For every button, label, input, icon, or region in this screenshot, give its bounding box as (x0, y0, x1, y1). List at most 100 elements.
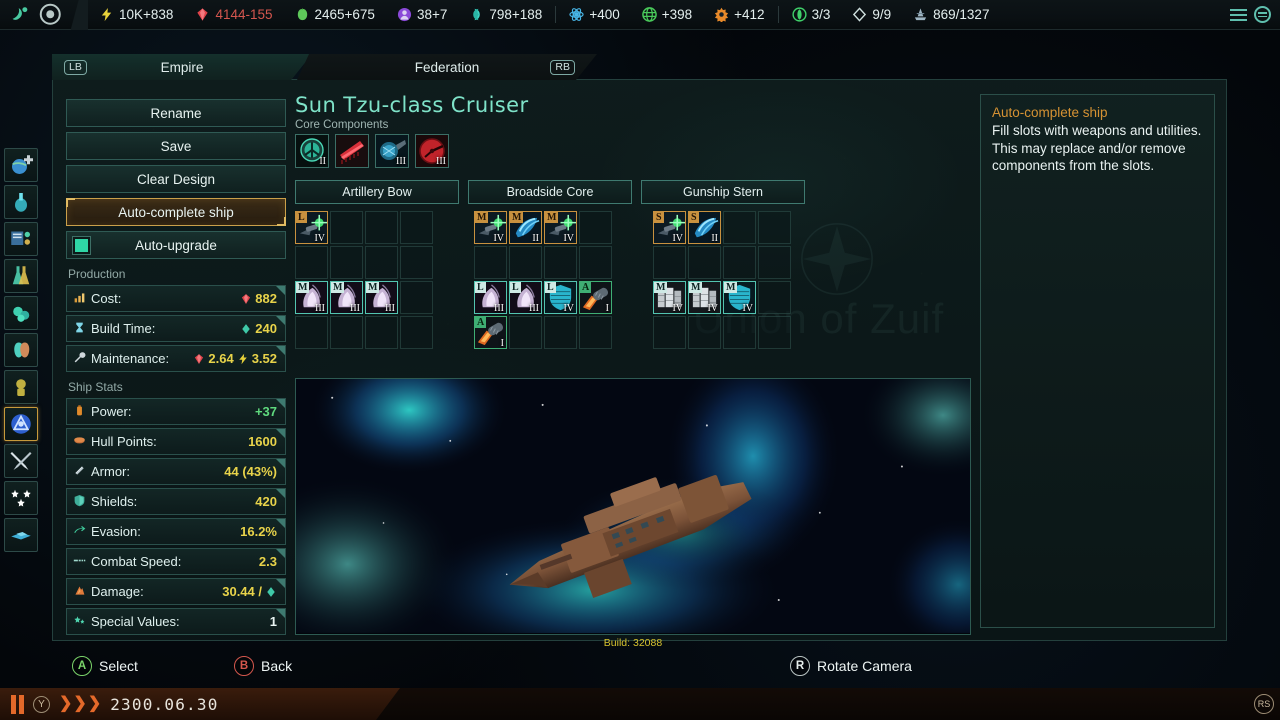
resource-envoys[interactable]: 9/9 (841, 0, 902, 30)
tab-federation[interactable]: Federation RB (297, 54, 597, 80)
maintenance-stat[interactable]: Maintenance: 2.64 3.52 (66, 345, 286, 372)
empty-slot[interactable] (365, 316, 398, 349)
empty-slot[interactable] (509, 246, 542, 279)
empty-slot[interactable] (758, 281, 791, 314)
thruster-component[interactable] (335, 134, 369, 168)
hint-select[interactable]: A Select (72, 655, 138, 676)
ship-preview-viewport[interactable] (295, 378, 971, 635)
empty-slot[interactable] (400, 246, 433, 279)
sidebar-item-contacts[interactable] (4, 481, 38, 515)
pause-button-hint[interactable]: Y (33, 695, 50, 713)
empty-slot[interactable] (723, 211, 756, 244)
empty-slot[interactable] (579, 316, 612, 349)
empty-slot[interactable] (400, 281, 433, 314)
weapon-slot[interactable]: L IV (295, 211, 328, 244)
weapon-slot[interactable]: M IV (544, 211, 577, 244)
resource-unity[interactable]: 3/3 (781, 0, 842, 30)
weapon-slot[interactable]: M II (509, 211, 542, 244)
auto-upgrade-toggle[interactable]: Auto-upgrade (66, 231, 286, 259)
empty-slot[interactable] (688, 246, 721, 279)
empty-slot[interactable] (758, 211, 791, 244)
empty-slot[interactable] (400, 316, 433, 349)
pause-icon[interactable] (11, 694, 24, 714)
speed-arrow[interactable]: ❯ (88, 696, 101, 712)
empire-emblem-group[interactable] (0, 2, 62, 27)
sidebar-item-fleets[interactable] (4, 407, 38, 441)
topbar-menu-group[interactable] (1230, 0, 1280, 30)
sensor-component[interactable]: III (375, 134, 409, 168)
hint-back[interactable]: B Back (234, 655, 292, 676)
speed-arrow[interactable]: ❯ (73, 696, 86, 712)
empty-slot[interactable] (365, 211, 398, 244)
sidebar-item-planets[interactable] (4, 148, 38, 182)
special-values-stat[interactable]: Special Values: 1 (66, 608, 286, 635)
utility-slot[interactable]: M III (295, 281, 328, 314)
empty-slot[interactable] (544, 246, 577, 279)
right-stick-hint[interactable]: RS (1254, 694, 1274, 714)
shields-stat[interactable]: Shields: 420 (66, 488, 286, 515)
resource-consumer-goods[interactable]: 38+7 (386, 0, 458, 30)
section-gunship-stern-button[interactable]: Gunship Stern (641, 180, 805, 204)
resource-influence[interactable]: 10K+838 (88, 0, 184, 30)
sidebar-item-war[interactable] (4, 444, 38, 478)
damage-stat[interactable]: Damage: 30.44 / (66, 578, 286, 605)
empty-slot[interactable] (723, 246, 756, 279)
empty-slot[interactable] (544, 316, 577, 349)
auto-complete-ship-button[interactable]: Auto-complete ship (66, 198, 286, 226)
armor-stat[interactable]: Armor: 44 (43%) (66, 458, 286, 485)
empty-slot[interactable] (474, 246, 507, 279)
utility-slot[interactable]: L III (474, 281, 507, 314)
sidebar-item-espionage[interactable] (4, 370, 38, 404)
aux-slot[interactable]: AI (474, 316, 507, 349)
empty-slot[interactable] (723, 316, 756, 349)
utility-slot[interactable]: M IV (688, 281, 721, 314)
empty-slot[interactable] (688, 316, 721, 349)
utility-slot[interactable]: L III (509, 281, 542, 314)
clear-design-button[interactable]: Clear Design (66, 165, 286, 193)
weapon-slot[interactable]: M IV (474, 211, 507, 244)
empty-slot[interactable] (330, 316, 363, 349)
power-stat[interactable]: Power: +37 (66, 398, 286, 425)
empty-slot[interactable] (400, 211, 433, 244)
resource-society[interactable]: +398 (631, 0, 703, 30)
utility-slot[interactable]: M IV (653, 281, 686, 314)
utility-slot[interactable]: M III (330, 281, 363, 314)
weapon-slot[interactable]: S II (688, 211, 721, 244)
sidebar-item-situations[interactable] (4, 296, 38, 330)
speed-arrow[interactable]: ❯ (59, 696, 72, 712)
resource-alloys[interactable]: 798+188 (458, 0, 553, 30)
utility-slot[interactable]: M III (365, 281, 398, 314)
section-artillery-bow-button[interactable]: Artillery Bow (295, 180, 459, 204)
weapon-slot[interactable]: S IV (653, 211, 686, 244)
hull-points-stat[interactable]: Hull Points: 1600 (66, 428, 286, 455)
reactor-component[interactable]: II (295, 134, 329, 168)
cost-stat[interactable]: Cost: 882 (66, 285, 286, 312)
empty-slot[interactable] (653, 246, 686, 279)
empty-slot[interactable] (330, 246, 363, 279)
section-broadside-core-button[interactable]: Broadside Core (468, 180, 632, 204)
rename-button[interactable]: Rename (66, 99, 286, 127)
sidebar-item-technology[interactable] (4, 259, 38, 293)
hint-rotate-camera[interactable]: R Rotate Camera (790, 655, 912, 676)
tab-empire[interactable]: LB Empire (52, 54, 312, 80)
sidebar-item-ship-designer[interactable] (4, 518, 38, 552)
sidebar-item-species[interactable] (4, 185, 38, 219)
sidebar-item-factions[interactable] (4, 333, 38, 367)
resource-food[interactable]: 2465+675 (284, 0, 386, 30)
build-time-stat[interactable]: Build Time: 240 (66, 315, 286, 342)
combat-speed-stat[interactable]: Combat Speed: 2.3 (66, 548, 286, 575)
evasion-stat[interactable]: Evasion: 16.2% (66, 518, 286, 545)
utility-slot[interactable]: L IV (544, 281, 577, 314)
save-button[interactable]: Save (66, 132, 286, 160)
empty-slot[interactable] (509, 316, 542, 349)
empty-slot[interactable] (330, 211, 363, 244)
empty-slot[interactable] (653, 316, 686, 349)
resource-engineering[interactable]: +412 (703, 0, 775, 30)
empty-slot[interactable] (295, 316, 328, 349)
empty-slot[interactable] (758, 316, 791, 349)
sidebar-item-policies[interactable] (4, 222, 38, 256)
empty-slot[interactable] (579, 246, 612, 279)
game-speed-arrows[interactable]: ❯ ❯ ❯ (59, 696, 101, 712)
resource-physics[interactable]: +400 (558, 0, 630, 30)
resource-naval-capacity[interactable]: 869/1327 (902, 0, 1000, 30)
